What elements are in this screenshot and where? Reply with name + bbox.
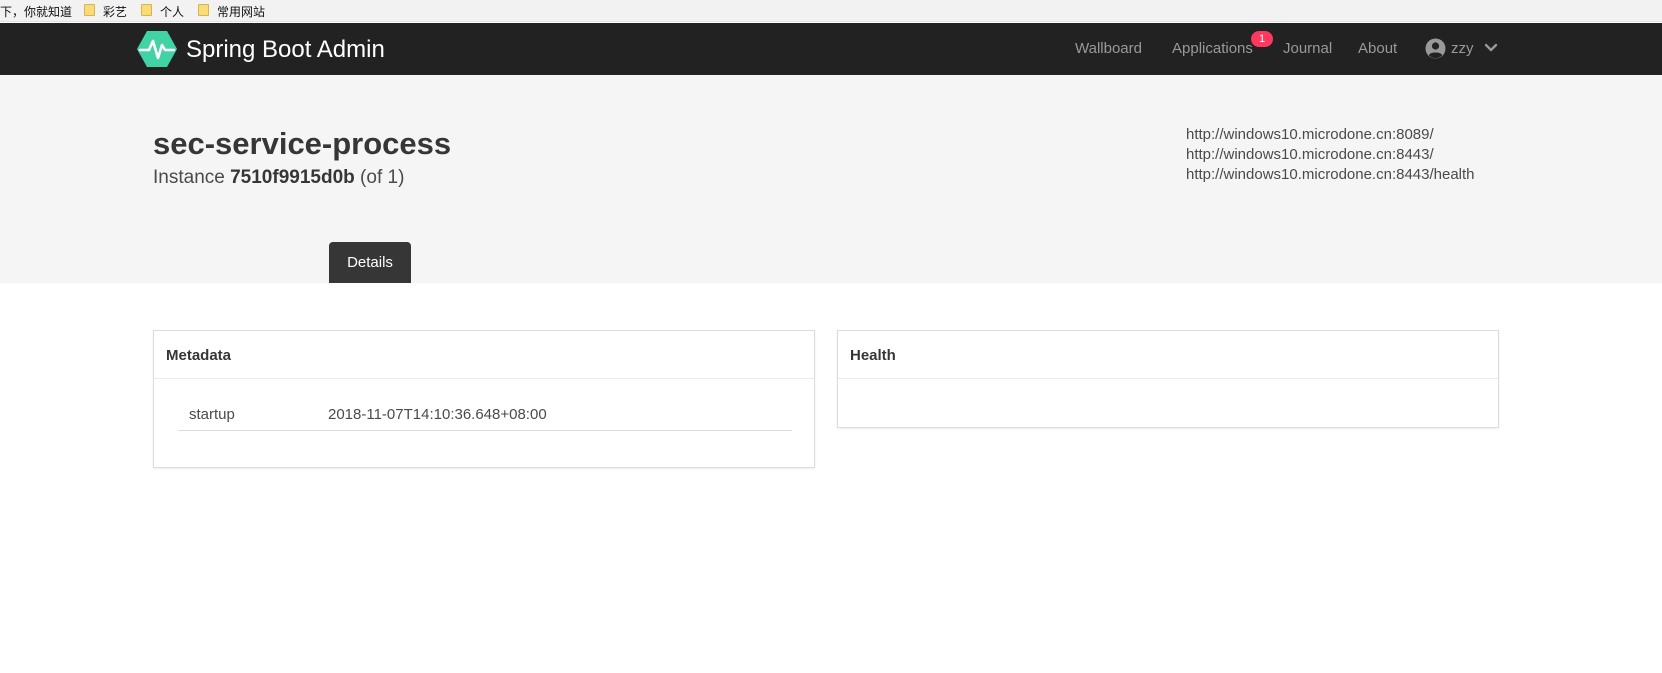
management-url[interactable]: http://windows10.microdone.cn:8443/ xyxy=(1186,145,1475,165)
nav-about[interactable]: About xyxy=(1358,40,1397,57)
health-card-title: Health xyxy=(838,331,1498,379)
instance-prefix: Instance xyxy=(153,167,225,188)
nav-wallboard[interactable]: Wallboard xyxy=(1075,40,1142,57)
service-url[interactable]: http://windows10.microdone.cn:8089/ xyxy=(1186,125,1475,145)
folder-icon xyxy=(84,4,95,16)
table-row: startup 2018-11-07T14:10:36.648+08:00 xyxy=(178,401,792,431)
user-circle-icon[interactable] xyxy=(1425,38,1446,59)
nav-journal[interactable]: Journal xyxy=(1283,40,1332,57)
folder-icon xyxy=(198,4,209,16)
tab-details[interactable]: Details xyxy=(329,242,411,283)
metadata-card: Metadata startup 2018-11-07T14:10:36.648… xyxy=(153,330,815,468)
metadata-value: 2018-11-07T14:10:36.648+08:00 xyxy=(328,406,547,423)
page-title: sec-service-process xyxy=(153,126,452,161)
folder-icon xyxy=(141,4,152,16)
instance-urls: http://windows10.microdone.cn:8089/ http… xyxy=(1186,125,1475,185)
instance-subtitle: Instance 7510f9915d0b (of 1) xyxy=(153,167,404,189)
metadata-key: startup xyxy=(189,406,235,423)
instance-hero: sec-service-process Instance 7510f9915d0… xyxy=(0,75,1662,283)
instance-id: 7510f9915d0b xyxy=(230,167,355,188)
user-name[interactable]: zzy xyxy=(1451,40,1474,57)
spring-boot-admin-logo-icon[interactable] xyxy=(137,31,177,67)
metadata-card-title: Metadata xyxy=(154,331,814,379)
bookmark-item[interactable]: 彩艺 xyxy=(103,3,127,20)
chevron-down-icon[interactable] xyxy=(1484,43,1498,53)
bookmarks-bar: 下，你就知道 彩艺 个人 常用网站 xyxy=(0,0,1662,22)
top-navbar: Spring Boot Admin Wallboard Applications… xyxy=(0,23,1662,75)
health-url[interactable]: http://windows10.microdone.cn:8443/healt… xyxy=(1186,165,1475,185)
bookmark-item[interactable]: 下，你就知道 xyxy=(0,3,72,20)
health-card: Health xyxy=(837,330,1499,428)
bookmark-item[interactable]: 个人 xyxy=(160,3,184,20)
instance-count: (of 1) xyxy=(360,167,405,188)
brand-title[interactable]: Spring Boot Admin xyxy=(186,36,385,64)
bookmark-item[interactable]: 常用网站 xyxy=(217,3,265,20)
nav-applications[interactable]: Applications xyxy=(1172,40,1253,57)
applications-count-badge: 1 xyxy=(1251,31,1273,47)
